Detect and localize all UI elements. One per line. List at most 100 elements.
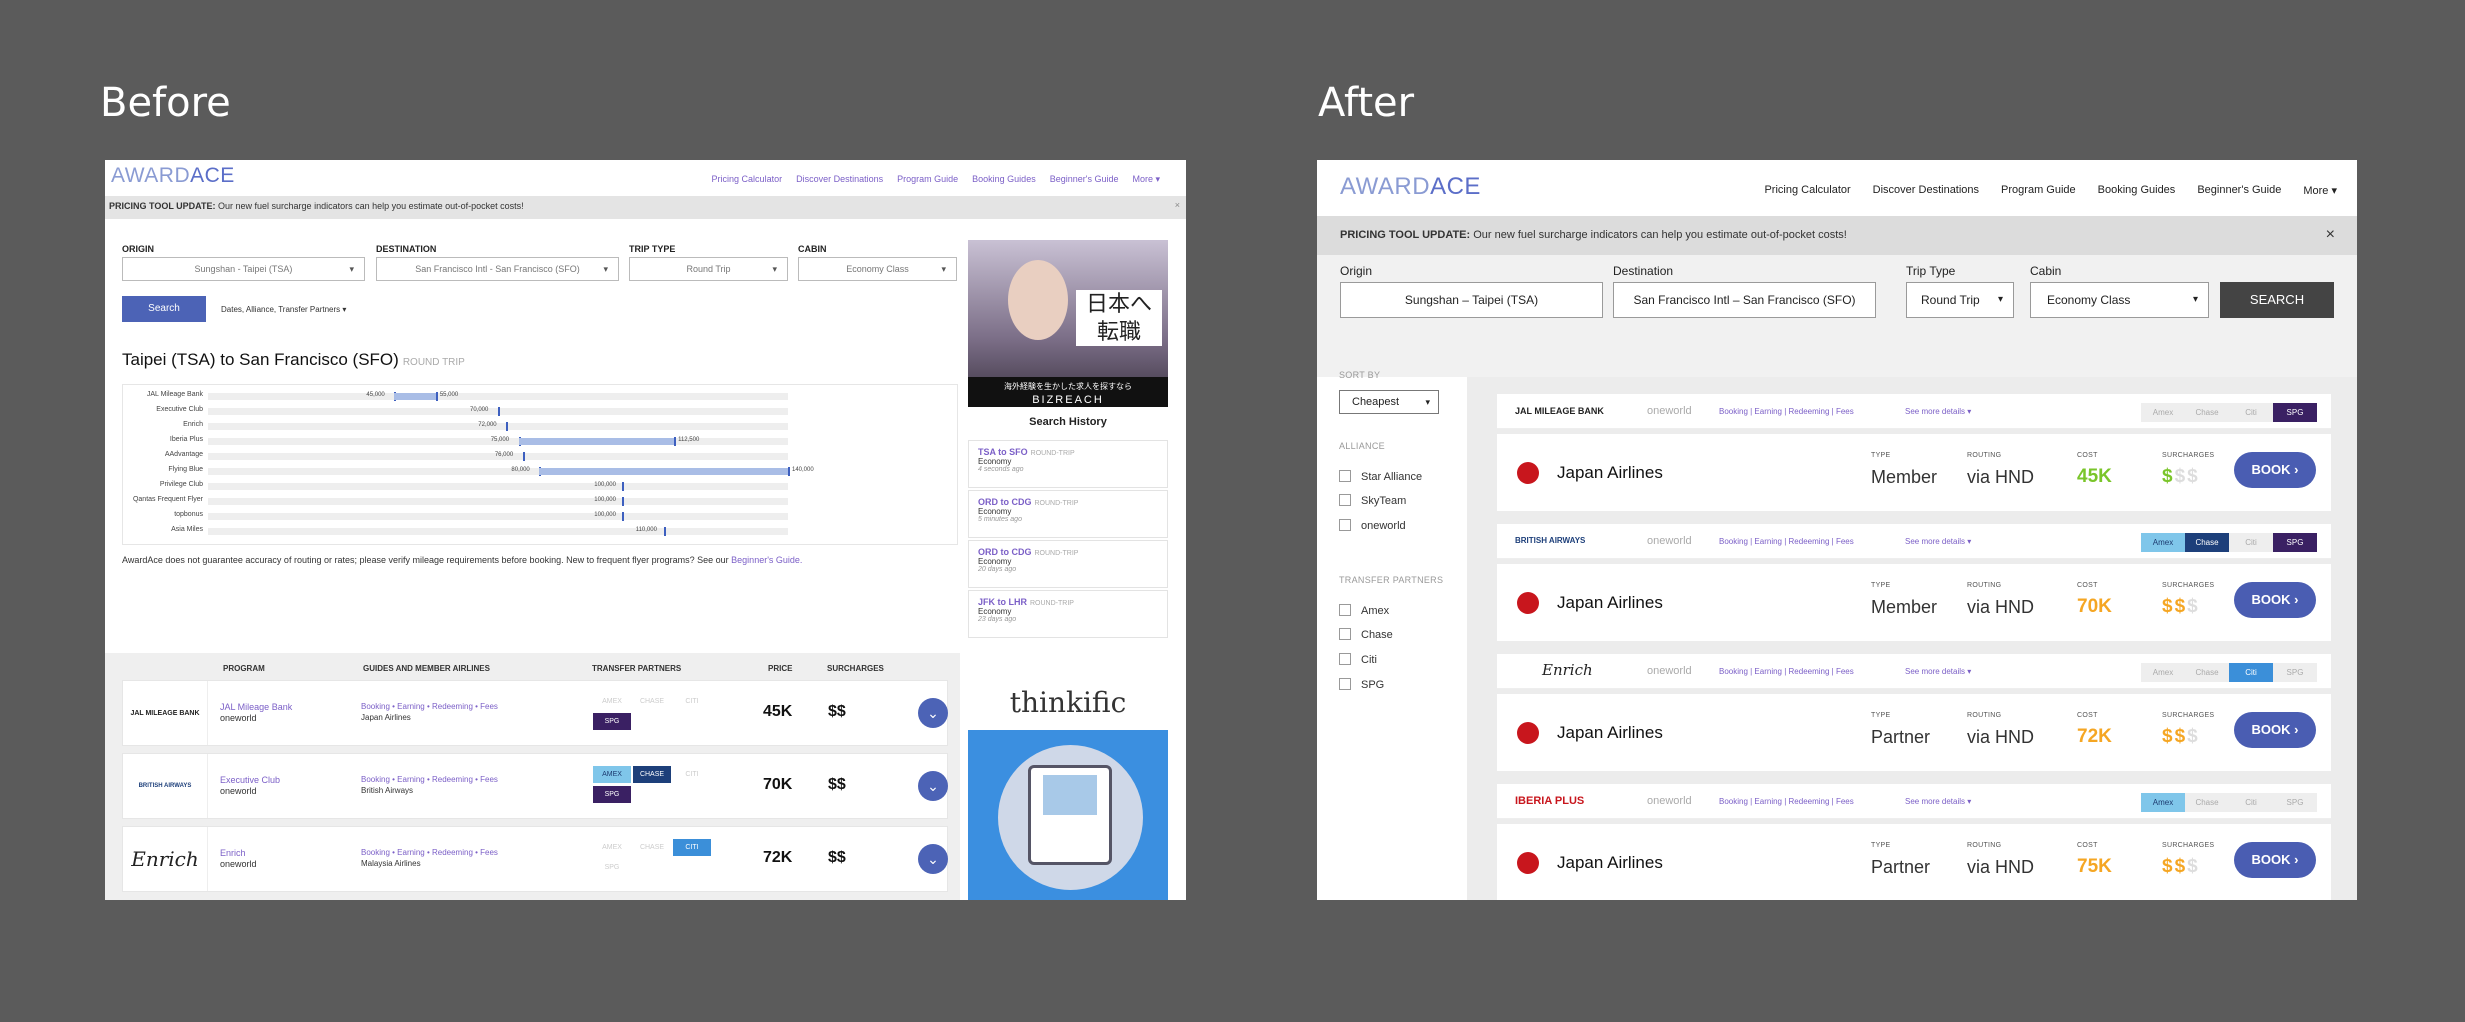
chevron-down-icon[interactable]: ⌄ — [918, 698, 948, 728]
destination-input[interactable]: San Francisco Intl – San Francisco (SFO) — [1613, 282, 1876, 318]
col-guides: GUIDES AND MEMBER AIRLINES — [363, 664, 490, 673]
nav-link[interactable]: Discover Destinations — [1873, 184, 1979, 197]
cabin-select[interactable]: Economy Class — [798, 257, 957, 281]
jal-logo-icon — [1517, 462, 1539, 484]
surcharges: $$$ — [2162, 596, 2200, 617]
nav-link-more[interactable]: More ▾ — [2303, 184, 2337, 197]
history-item[interactable]: ORD to CDG ROUND-TRIP Economy 20 days ago — [968, 540, 1168, 588]
search-button[interactable]: Search — [122, 296, 206, 322]
award-type: Member — [1871, 597, 1938, 617]
cost: 45K — [2077, 466, 2112, 487]
nav-link[interactable]: Discover Destinations — [796, 174, 883, 185]
alliance-label: ALLIANCE — [1339, 441, 1385, 451]
origin-input[interactable]: Sungshan – Taipei (TSA) — [1340, 282, 1603, 318]
nav-link[interactable]: Program Guide — [897, 174, 958, 185]
cabin-label: Cabin — [2030, 264, 2062, 278]
program-link[interactable]: Executive Club — [220, 775, 280, 785]
partner-checkbox[interactable]: Chase — [1339, 628, 1393, 641]
guides-links[interactable]: Booking | Earning | Redeeming | Fees — [1719, 537, 1854, 546]
chip-amex: AMEX — [593, 693, 631, 710]
card-header: JAL MILEAGE BANK oneworld Booking | Earn… — [1497, 394, 2331, 429]
cost: 72K — [2077, 726, 2112, 747]
guides-links[interactable]: Booking • Earning • Redeeming • Fees — [361, 848, 498, 857]
chart-bar-tick — [674, 437, 677, 446]
chip-citi: CITI — [673, 839, 711, 856]
alliance-name: oneworld — [1647, 535, 1692, 547]
nav-link[interactable]: Pricing Calculator — [1764, 184, 1850, 197]
advertisement-thinkific[interactable]: thinkific — [968, 675, 1168, 900]
chart-bar-track: 110,000 — [208, 527, 788, 536]
routing: via HND — [1967, 467, 2035, 487]
trip-type-select[interactable]: Round Trip — [629, 257, 788, 281]
chip-spg: SPG — [2273, 403, 2317, 422]
book-button[interactable]: BOOK › — [2234, 712, 2316, 748]
chevron-down-icon[interactable]: ⌄ — [918, 771, 948, 801]
see-more-details[interactable]: See more details ▾ — [1905, 667, 1971, 676]
program-link[interactable]: Enrich — [220, 848, 246, 858]
beginners-guide-link[interactable]: Beginner's Guide. — [731, 555, 802, 565]
award-type: Member — [1871, 467, 1938, 487]
guides-links[interactable]: Booking | Earning | Redeeming | Fees — [1719, 407, 1854, 416]
close-icon[interactable]: × — [2326, 226, 2335, 244]
alliance-checkbox[interactable]: SkyTeam — [1339, 494, 1406, 507]
book-button[interactable]: BOOK › — [2234, 842, 2316, 878]
book-button[interactable]: BOOK › — [2234, 582, 2316, 618]
guides-links[interactable]: Booking | Earning | Redeeming | Fees — [1719, 667, 1854, 676]
nav-link[interactable]: Booking Guides — [2098, 184, 2176, 197]
guides-links[interactable]: Booking • Earning • Redeeming • Fees — [361, 702, 498, 711]
origin-select[interactable]: Sungshan - Taipei (TSA) — [122, 257, 365, 281]
see-more-details[interactable]: See more details ▾ — [1905, 407, 1971, 416]
chart-bar-track: 100,000 — [208, 482, 788, 491]
history-item[interactable]: ORD to CDG ROUND-TRIP Economy 5 minutes ago — [968, 490, 1168, 538]
search-button[interactable]: SEARCH — [2220, 282, 2334, 318]
chart-bar-track: 70,000 — [208, 407, 788, 416]
chart-row: AAdvantage 76,000 — [123, 451, 957, 461]
update-banner: PRICING TOOL UPDATE: Our new fuel surcha… — [1317, 216, 2357, 255]
nav-link[interactable]: Booking Guides — [972, 174, 1036, 185]
col-price: PRICE — [768, 664, 793, 673]
chevron-down-icon[interactable]: ⌄ — [918, 844, 948, 874]
chip-spg: SPG — [2273, 793, 2317, 812]
chart-bar-tick — [622, 482, 625, 491]
book-button[interactable]: BOOK › — [2234, 452, 2316, 488]
partner-checkbox[interactable]: Amex — [1339, 604, 1389, 617]
logo[interactable]: AWARDACE — [111, 164, 235, 188]
see-more-details[interactable]: See more details ▾ — [1905, 537, 1971, 546]
guides-links[interactable]: Booking | Earning | Redeeming | Fees — [1719, 797, 1854, 806]
card-body: Japan Airlines TYPE Partner ROUTING via … — [1497, 824, 2331, 900]
chart-bar-track: 80,000 140,000 — [208, 467, 814, 476]
filters-toggle[interactable]: Dates, Alliance, Transfer Partners ▾ — [221, 305, 346, 314]
chip-citi: Citi — [2229, 663, 2273, 682]
cabin-select[interactable]: Economy Class — [2030, 282, 2209, 318]
jal-logo-icon — [1517, 592, 1539, 614]
see-more-details[interactable]: See more details ▾ — [1905, 797, 1971, 806]
cost: 70K — [2077, 596, 2112, 617]
nav-link[interactable]: Beginner's Guide — [1050, 174, 1119, 185]
program-link[interactable]: JAL Mileage Bank — [220, 702, 292, 712]
close-icon[interactable]: × — [1175, 200, 1180, 210]
alliance-checkbox[interactable]: Star Alliance — [1339, 470, 1422, 483]
logo[interactable]: AWARDACE — [1340, 173, 1481, 201]
alliance-checkbox[interactable]: oneworld — [1339, 519, 1406, 532]
nav-link[interactable]: Program Guide — [2001, 184, 2076, 197]
trip-type-select[interactable]: Round Trip — [1906, 282, 2014, 318]
nav-link[interactable]: Pricing Calculator — [712, 174, 783, 185]
chart-row: Privilege Club 100,000 — [123, 481, 957, 491]
airline-name: Japan Airlines — [1557, 853, 1663, 872]
routing: via HND — [1967, 727, 2035, 747]
col-program: PROGRAM — [223, 664, 265, 673]
nav-link[interactable]: Beginner's Guide — [2197, 184, 2281, 197]
partner-checkbox[interactable]: Citi — [1339, 653, 1377, 666]
chart-bar-tick — [498, 407, 500, 416]
destination-select[interactable]: San Francisco Intl - San Francisco (SFO) — [376, 257, 619, 281]
guides-links[interactable]: Booking • Earning • Redeeming • Fees — [361, 775, 498, 784]
alliance-name: oneworld — [1647, 795, 1692, 807]
advertisement-banner[interactable]: 日本へ転職 海外経験を生かした求人を探すなら BIZREACH — [968, 240, 1168, 407]
nav-link-more[interactable]: More ▾ — [1132, 174, 1160, 185]
partner-checkbox[interactable]: SPG — [1339, 678, 1384, 691]
history-item[interactable]: JFK to LHR ROUND-TRIP Economy 23 days ago — [968, 590, 1168, 638]
sort-select[interactable]: Cheapest — [1339, 390, 1439, 414]
history-item[interactable]: TSA to SFO ROUND-TRIP Economy 4 seconds ago — [968, 440, 1168, 488]
chart-row: topbonus 100,000 — [123, 511, 957, 521]
transfer-partners-label: TRANSFER PARTNERS — [1339, 575, 1444, 585]
